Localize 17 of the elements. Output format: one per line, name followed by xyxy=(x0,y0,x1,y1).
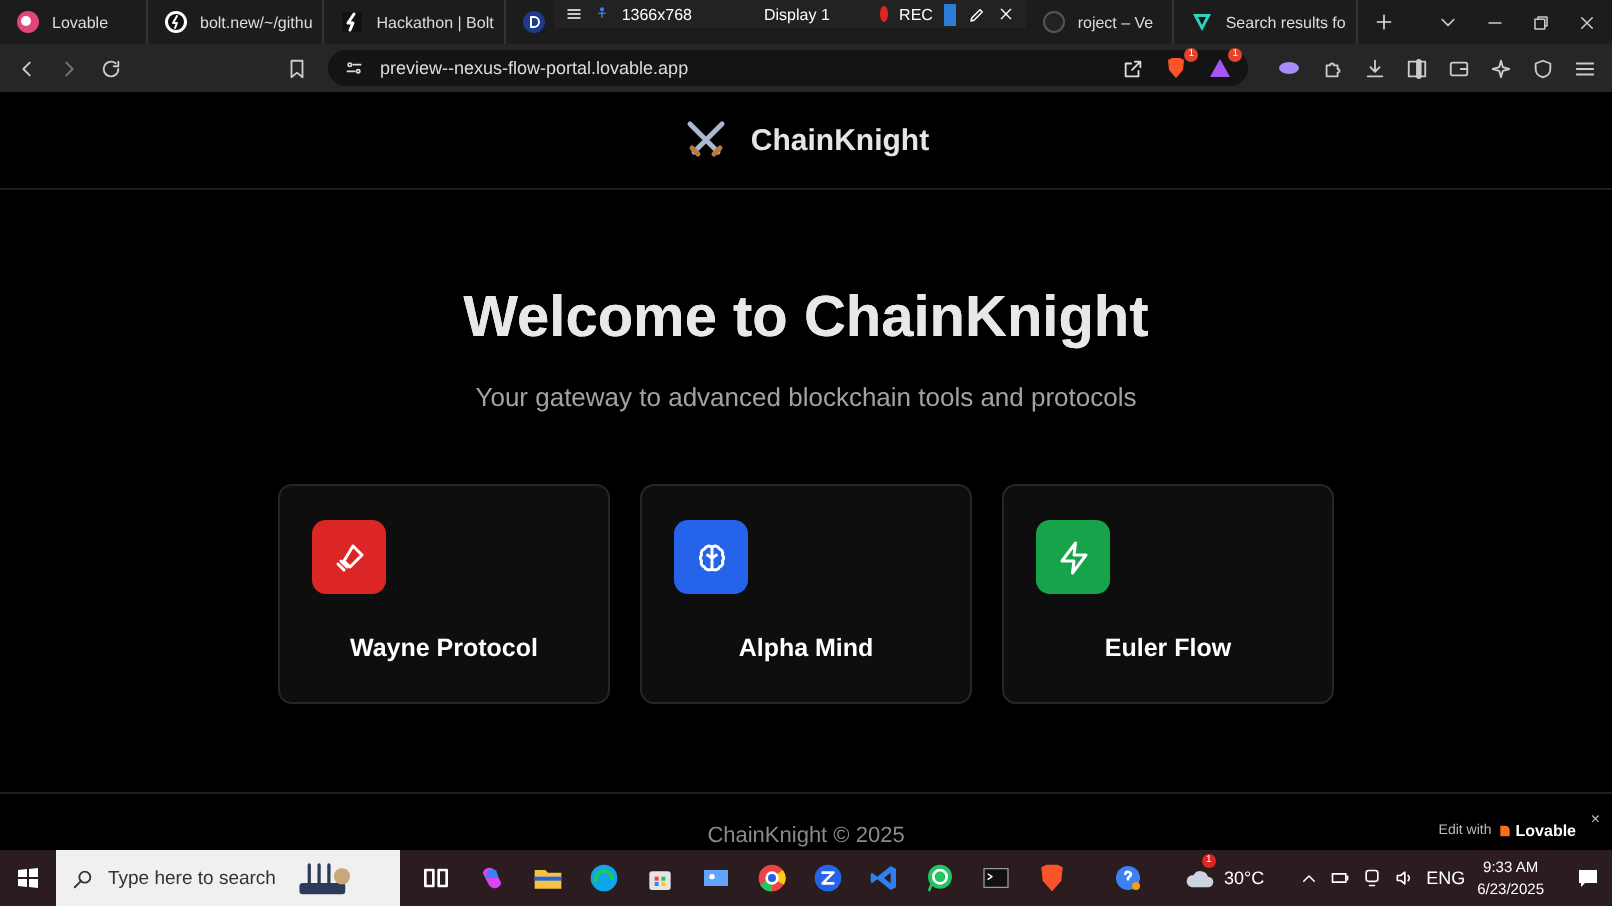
display-label: Display 1 xyxy=(763,5,830,23)
close-badge-button[interactable]: × xyxy=(1590,810,1600,828)
temperature: 30°C xyxy=(1224,868,1265,888)
tool-card[interactable]: Wayne Protocol xyxy=(278,484,610,704)
footer-text: ChainKnight © 2025 xyxy=(707,824,905,848)
card-title: Alpha Mind xyxy=(736,634,876,662)
brand-name: ChainKnight xyxy=(750,123,930,157)
subtitle: Your gateway to advanced blockchain tools and protocols xyxy=(475,382,1137,412)
tool-card[interactable]: Alpha Mind xyxy=(640,484,972,704)
resolution-label: 1366x768 xyxy=(621,5,692,23)
tool-card[interactable]: Euler Flow xyxy=(1002,484,1334,704)
card-title: Wayne Protocol xyxy=(348,634,540,662)
rec-label: REC xyxy=(899,5,933,23)
language-indicator[interactable]: ENG xyxy=(1426,868,1466,888)
brand-label: Lovable xyxy=(1515,822,1576,840)
card-title: Euler Flow xyxy=(1102,634,1234,662)
search-field[interactable]: Type here to search xyxy=(56,850,400,906)
